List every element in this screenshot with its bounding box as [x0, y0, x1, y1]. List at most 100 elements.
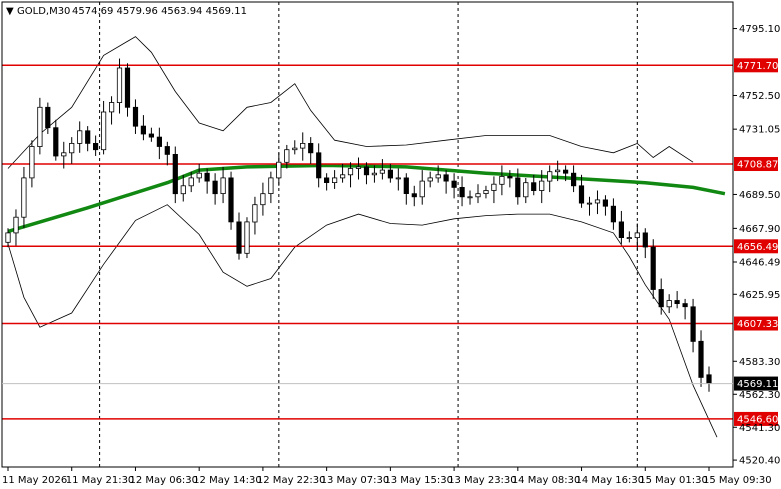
bull-candle: [379, 169, 386, 174]
bear-candle: [236, 221, 242, 254]
bear-candle: [132, 106, 139, 127]
bear-candle: [674, 300, 680, 304]
bear-candle: [563, 169, 569, 174]
bear-candle: [156, 136, 162, 147]
bear-candle: [610, 205, 617, 223]
bull-candle: [61, 152, 67, 157]
bull-candle: [77, 130, 83, 144]
level-price-label: 4708.87: [737, 160, 778, 171]
bear-candle: [387, 169, 394, 179]
level-price-label: 4607.33: [737, 319, 778, 330]
x-tick-label: 15 May 01:30: [639, 475, 708, 486]
bull-candle: [427, 177, 433, 182]
bull-candle: [220, 177, 226, 194]
current-price-label: 4569.11: [737, 379, 778, 390]
bear-candle: [93, 142, 99, 151]
bear-candle: [204, 172, 210, 182]
bull-candle: [499, 175, 505, 185]
x-tick-label: 13 May 23:30: [448, 475, 517, 486]
bear-candle: [363, 166, 370, 176]
bull-candle: [371, 172, 378, 176]
price-chart[interactable]: 4771.704708.874656.494607.334546.60 4795…: [0, 0, 781, 489]
bear-candle: [451, 180, 457, 188]
bull-candle: [188, 177, 194, 187]
bull-candle: [483, 190, 489, 194]
bull-candle: [467, 196, 473, 199]
bull-candle: [13, 216, 19, 234]
bear-candle: [411, 193, 417, 198]
header-arrow-icon[interactable]: ▼: [6, 6, 14, 17]
bear-candle: [308, 142, 314, 154]
bear-candle: [571, 172, 577, 187]
bear-candle: [642, 232, 648, 248]
bear-candle: [140, 125, 146, 135]
level-price-label: 4656.49: [737, 242, 778, 253]
x-tick-label: 11 May 21:30: [66, 475, 135, 486]
bull-candle: [491, 183, 497, 191]
bear-candle: [403, 177, 409, 194]
bear-candle: [164, 146, 170, 155]
bear-candle: [45, 106, 51, 129]
bear-candle: [658, 289, 664, 308]
y-tick-label: 4562.30: [739, 390, 780, 401]
y-tick-label: 4689.50: [739, 190, 780, 201]
bear-candle: [124, 67, 131, 108]
bear-candle: [618, 221, 625, 238]
bull-candle: [594, 199, 601, 204]
bear-candle: [316, 152, 322, 179]
bear-candle: [323, 177, 330, 183]
bull-candle: [101, 111, 107, 151]
bull-candle: [347, 168, 354, 176]
symbol-label: GOLD,M30: [17, 6, 70, 17]
bear-candle: [698, 340, 704, 378]
x-tick-label: 11 May 2026: [2, 475, 67, 486]
x-tick-label: 12 May 06:30: [129, 475, 198, 486]
x-tick-label: 14 May 08:30: [512, 475, 581, 486]
bull-candle: [29, 146, 35, 179]
bull-candle: [539, 180, 545, 191]
y-tick-label: 4795.10: [739, 24, 780, 35]
bull-candle: [547, 171, 553, 182]
bear-candle: [690, 306, 696, 342]
bull-candle: [555, 169, 561, 173]
bull-candle: [21, 177, 27, 218]
bull-candle: [586, 202, 593, 205]
y-tick-label: 4541.30: [739, 423, 780, 434]
y-tick-label: 4520.40: [739, 456, 780, 467]
bull-candle: [196, 172, 202, 179]
bull-candle: [331, 177, 338, 183]
x-tick-label: 12 May 22:30: [257, 475, 326, 486]
x-tick-label: 14 May 16:30: [576, 475, 645, 486]
x-tick-label: 12 May 14:30: [193, 475, 262, 486]
bear-candle: [148, 133, 154, 138]
bear-candle: [53, 127, 59, 157]
bull-candle: [284, 149, 290, 163]
y-tick-label: 4731.05: [739, 125, 780, 136]
bull-candle: [395, 177, 401, 180]
bull-candle: [339, 174, 346, 179]
bear-candle: [650, 246, 656, 290]
x-tick-label: 13 May 07:30: [321, 475, 390, 486]
bear-candle: [507, 175, 513, 179]
y-tick-label: 4752.50: [739, 91, 780, 102]
bull-candle: [634, 232, 640, 238]
bull-candle: [252, 204, 258, 223]
bull-candle: [69, 142, 75, 154]
y-tick-label: 4583.30: [739, 357, 780, 368]
bull-candle: [292, 147, 298, 151]
bull-candle: [626, 237, 632, 240]
bear-candle: [578, 185, 585, 204]
bull-candle: [419, 180, 425, 198]
bull-candle: [260, 193, 266, 206]
bear-candle: [85, 130, 91, 144]
bull-candle: [435, 174, 441, 179]
bear-candle: [515, 177, 521, 198]
bull-candle: [37, 106, 43, 148]
y-tick-label: 4667.90: [739, 224, 780, 235]
bull-candle: [300, 142, 306, 149]
bull-candle: [523, 182, 529, 198]
bull-candle: [5, 232, 11, 243]
bull-candle: [180, 185, 186, 195]
bear-candle: [443, 174, 449, 182]
bear-candle: [602, 199, 609, 207]
